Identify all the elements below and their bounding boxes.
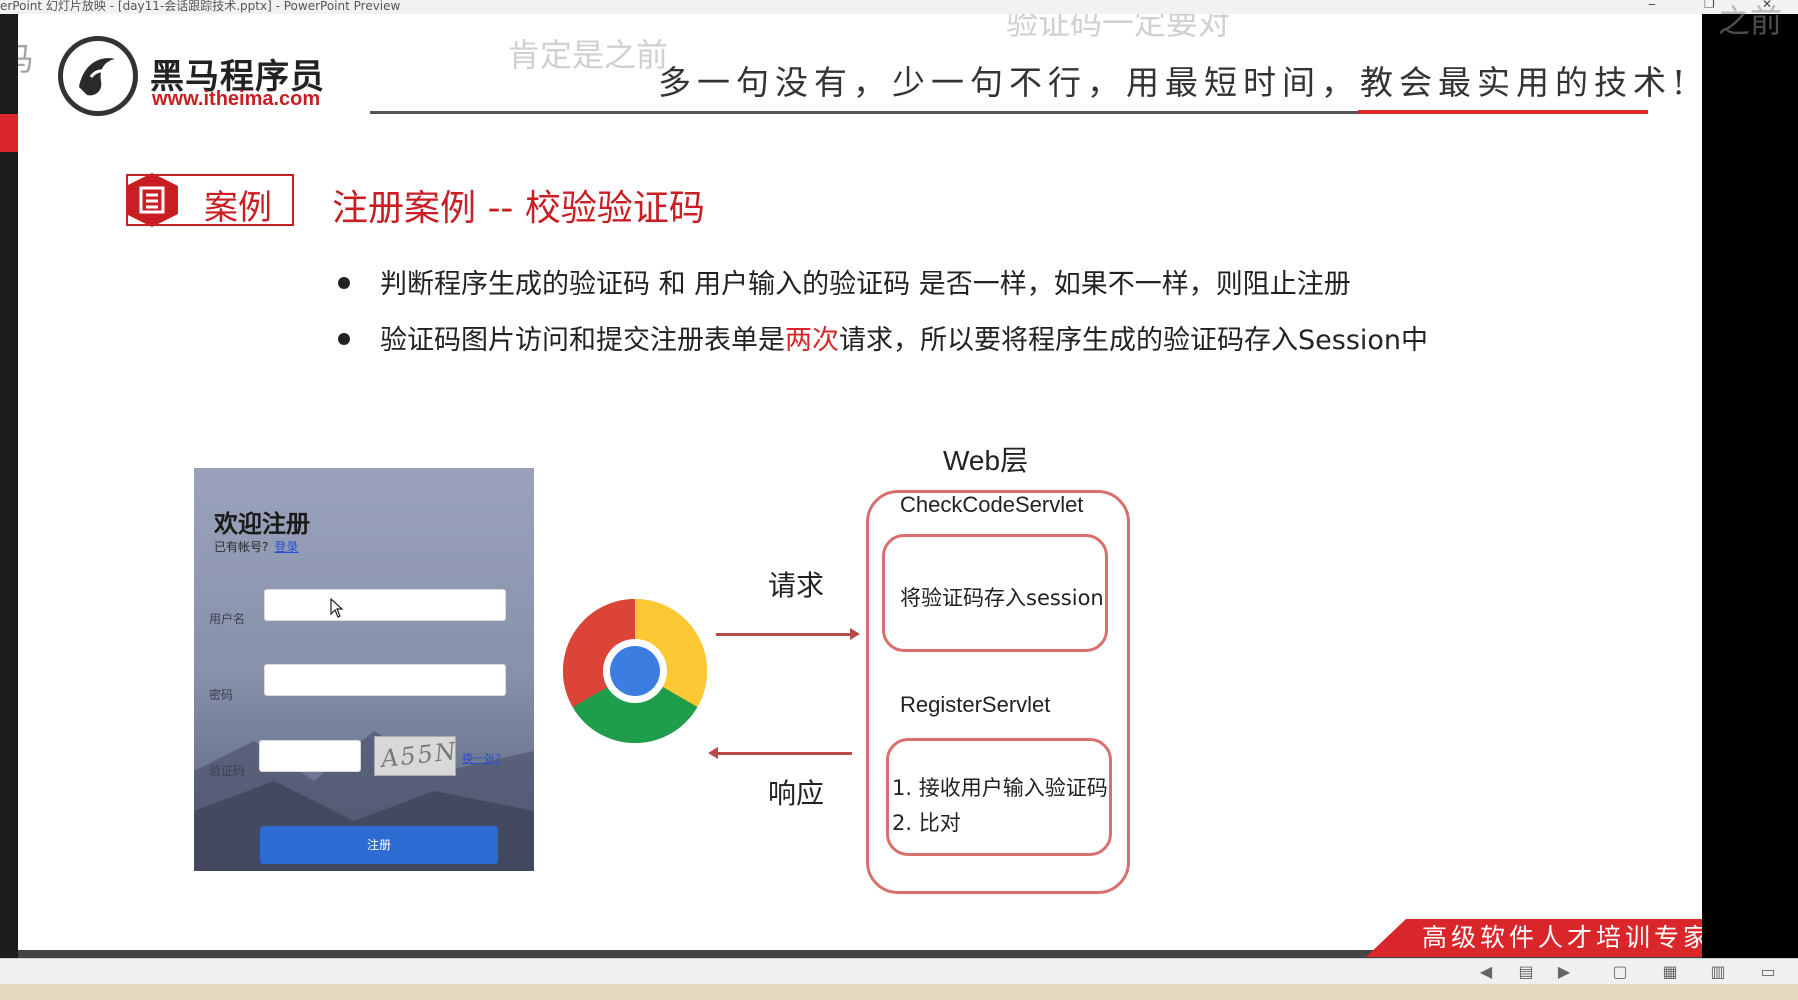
captcha-text: A55N xyxy=(379,737,456,773)
notes-icon[interactable]: ▤ xyxy=(1516,962,1536,982)
captcha-input[interactable] xyxy=(259,740,361,772)
left-window-edge xyxy=(0,14,40,962)
request-label: 请求 xyxy=(768,569,825,602)
overlay-comment-3: 之前 xyxy=(1718,3,1783,39)
web-layer-label: Web层 xyxy=(943,445,1029,476)
mouse-cursor-icon xyxy=(330,598,344,618)
document-icon xyxy=(126,173,178,227)
have-account-text: 已有帐号? xyxy=(214,540,269,554)
login-link[interactable]: 登录 xyxy=(274,540,298,554)
footer-tagline: 高级软件人才培训专家 xyxy=(1366,919,1702,957)
logo-url: www.itheima.com xyxy=(152,88,321,110)
window-title: erPoint 幻灯片放映 - [day11-会话跟踪技术.pptx] - Po… xyxy=(0,0,401,13)
header-divider-accent xyxy=(1358,110,1648,114)
prev-slide-icon[interactable]: ◀ xyxy=(1476,962,1496,982)
slide[interactable]: 黑马程序员 www.itheima.com 肯定是之前 验证码一定要对 马 多一… xyxy=(18,14,1702,958)
register-title: 欢迎注册 xyxy=(214,510,310,538)
checkcode-action-text: 将验证码存入session xyxy=(900,586,1104,610)
password-label: 密码 xyxy=(209,688,234,702)
captcha-label: 验证码 xyxy=(209,764,246,778)
response-label: 响应 xyxy=(768,777,825,810)
normal-view-icon[interactable]: ▢ xyxy=(1610,962,1630,982)
header-divider xyxy=(370,110,1648,114)
register-submit-button[interactable]: 注册 xyxy=(260,826,498,864)
username-input[interactable] xyxy=(264,589,506,621)
slide-title: 注册案例 -- 校验验证码 xyxy=(332,188,705,229)
desktop-taskbar-strip xyxy=(0,984,1798,1000)
bullet-item: 判断程序生成的验证码 和 用户输入的验证码 是否一样，如果不一样，则阻止注册 xyxy=(338,262,1351,301)
restore-icon[interactable]: ❐ xyxy=(1704,0,1715,11)
register-step-1: 1. 接收用户输入验证码 xyxy=(892,776,1108,800)
register-form-screenshot: 欢迎注册 已有帐号? 登录 用户名 密码 验证码 A55N 换一张? 注册 xyxy=(194,468,534,871)
register-subtitle: 已有帐号? 登录 xyxy=(214,538,298,555)
request-arrow xyxy=(716,628,860,640)
minimize-icon[interactable]: ‒ xyxy=(1648,0,1656,11)
change-captcha-link[interactable]: 换一张? xyxy=(462,750,501,766)
register-servlet-label: RegisterServlet xyxy=(900,692,1051,717)
slide-sorter-icon[interactable]: ▦ xyxy=(1660,962,1680,982)
window-titlebar: erPoint 幻灯片放映 - [day11-会话跟踪技术.pptx] - Po… xyxy=(0,0,1798,14)
response-arrow xyxy=(708,747,852,759)
register-step-2: 2. 比对 xyxy=(892,811,961,835)
next-slide-icon[interactable]: ▶ xyxy=(1554,962,1574,982)
overlay-comment: 肯定是之前 xyxy=(508,37,669,73)
itheima-logo-icon xyxy=(58,36,138,116)
bullet-text: 判断程序生成的验证码 和 用户输入的验证码 是否一样，如果不一样，则阻止注册 xyxy=(380,269,1351,300)
overlay-fragment: 马 xyxy=(18,41,35,77)
bullet-dot xyxy=(338,332,350,345)
bullet-item: 验证码图片访问和提交注册表单是两次请求，所以要将程序生成的验证码存入Sessio… xyxy=(338,318,1428,357)
checkcode-servlet-label: CheckCodeServlet xyxy=(900,492,1084,517)
case-badge-label: 案例 xyxy=(204,188,272,228)
captcha-image[interactable]: A55N xyxy=(374,736,456,776)
password-input[interactable] xyxy=(264,664,506,696)
right-window-edge: 之前 xyxy=(1702,3,1798,958)
bullet-text-post: 请求，所以要将程序生成的验证码存入Session中 xyxy=(839,325,1429,356)
slideshow-icon[interactable]: ▭ xyxy=(1758,962,1778,982)
bullet-dot xyxy=(338,276,350,289)
statusbar: ◀ ▤ ▶ ▢ ▦ ▥ ▭ xyxy=(0,958,1798,985)
overlay-comment-2: 验证码一定要对 xyxy=(1006,14,1231,41)
bullet-text-pre: 验证码图片访问和提交注册表单是 xyxy=(380,325,785,356)
reading-view-icon[interactable]: ▥ xyxy=(1708,962,1728,982)
bullet-highlight: 两次 xyxy=(785,325,839,356)
chrome-browser-icon xyxy=(562,599,708,744)
slide-slogan: 多一句没有，少一句不行，用最短时间，教会最实用的技术! xyxy=(658,63,1692,102)
username-label: 用户名 xyxy=(209,612,246,626)
